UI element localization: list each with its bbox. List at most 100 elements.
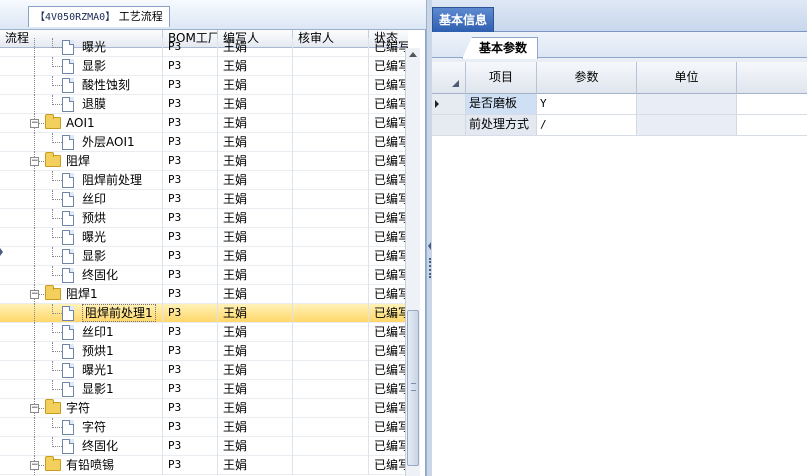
tree-step-row[interactable]: 阻焊前处理1 P3 王娟 已编写 — [0, 304, 408, 323]
param-unit-cell[interactable] — [637, 94, 737, 114]
param-row[interactable]: 是否磨板 Y — [432, 94, 807, 115]
tree-step-row[interactable]: 预烘 P3 王娟 已编写 — [0, 209, 408, 228]
tree-node-label[interactable]: 曝光 — [82, 38, 106, 56]
tree-node-label[interactable]: 丝印1 — [82, 323, 114, 341]
col-header-param[interactable]: 参数 — [537, 62, 637, 94]
tree-node-label[interactable]: 终固化 — [82, 266, 118, 284]
reviewer-cell — [293, 133, 369, 152]
tree-group-row[interactable]: − 字符 P3 王娟 已编写 — [0, 399, 408, 418]
param-grid-header: 项目 参数 单位 — [432, 62, 807, 94]
tree-group-row[interactable]: − AOI1 P3 王娟 已编写 — [0, 114, 408, 133]
collapse-toggle-icon[interactable]: − — [30, 119, 39, 128]
row-indicator[interactable] — [432, 115, 466, 135]
tree-node-label[interactable]: AOI1 — [66, 114, 95, 132]
tree-node-label[interactable]: 预烘1 — [82, 342, 114, 360]
status-cell: 已编写 — [374, 78, 408, 92]
tree-node-label[interactable]: 显影 — [82, 57, 106, 75]
tree-node-label[interactable]: 曝光 — [82, 228, 106, 246]
tree-step-row[interactable]: 退膜 P3 王娟 已编写 — [0, 95, 408, 114]
status-cell: 已编写 — [374, 192, 408, 206]
param-value-cell[interactable]: Y — [537, 94, 637, 114]
process-flow-panel: 【4V050RZMA0】 工艺流程 流程 BOM工厂 编写人 核审人 状态 曝光… — [0, 0, 426, 476]
tree-group-row[interactable]: − 阻焊 P3 王娟 已编写 — [0, 152, 408, 171]
collapse-toggle-icon[interactable]: − — [30, 157, 39, 166]
vertical-scrollbar[interactable] — [405, 48, 420, 476]
tab-process-flow-title: 工艺流程 — [118, 10, 163, 23]
tree-step-row[interactable]: 字符 P3 王娟 已编写 — [0, 418, 408, 437]
tree-step-row[interactable]: 外层AOI1 P3 王娟 已编写 — [0, 133, 408, 152]
tree-node-label[interactable]: 阻焊1 — [66, 285, 98, 303]
status-cell: 已编写 — [374, 40, 408, 54]
folder-icon — [45, 399, 61, 414]
collapse-left-icon[interactable] — [0, 248, 3, 256]
tree-step-row[interactable]: 终固化 P3 王娟 已编写 — [0, 266, 408, 285]
writer-cell: 王娟 — [218, 76, 293, 95]
reviewer-cell — [293, 76, 369, 95]
col-header-item[interactable]: 项目 — [466, 62, 537, 94]
tree-node-label[interactable]: 预烘 — [82, 209, 106, 227]
collapse-toggle-icon[interactable]: − — [30, 290, 39, 299]
document-icon — [62, 363, 74, 378]
tree-step-row[interactable]: 终固化 P3 王娟 已编写 — [0, 437, 408, 456]
tree-step-row[interactable]: 曝光1 P3 王娟 已编写 — [0, 361, 408, 380]
document-icon — [62, 420, 74, 435]
tab-basic-info[interactable]: 基本信息 — [432, 7, 495, 32]
tree-step-row[interactable]: 显影 P3 王娟 已编写 — [0, 247, 408, 266]
scroll-thumb[interactable] — [407, 310, 419, 466]
tree-node-label[interactable]: 曝光1 — [82, 361, 114, 379]
tree-step-row[interactable]: 显影1 P3 王娟 已编写 — [0, 380, 408, 399]
bom-cell: P3 — [163, 133, 218, 152]
tree-step-row[interactable]: 酸性蚀刻 P3 王娟 已编写 — [0, 76, 408, 95]
collapse-arrow-icon[interactable] — [428, 242, 431, 250]
tree-cell: 曝光 — [0, 228, 163, 247]
tree-node-label[interactable]: 酸性蚀刻 — [82, 76, 130, 94]
tree-node-label[interactable]: 字符 — [66, 399, 90, 417]
tree-cell: 终固化 — [0, 266, 163, 285]
tree-node-label[interactable]: 字符 — [82, 418, 106, 436]
param-item-cell: 是否磨板 — [466, 94, 537, 114]
tree-step-row[interactable]: 曝光 P3 王娟 已编写 — [0, 228, 408, 247]
reviewer-cell — [293, 418, 369, 437]
tree-node-label[interactable]: 退膜 — [82, 95, 106, 113]
tree-node-label[interactable]: 阻焊 — [66, 152, 90, 170]
tree-node-label[interactable]: 显影1 — [82, 380, 114, 398]
col-header-unit[interactable]: 单位 — [637, 62, 737, 94]
bom-cell: P3 — [163, 171, 218, 190]
select-all-corner[interactable] — [432, 62, 466, 94]
bom-cell: P3 — [163, 323, 218, 342]
tree-step-row[interactable]: 预烘1 P3 王娟 已编写 — [0, 342, 408, 361]
collapse-toggle-icon[interactable]: − — [30, 404, 39, 413]
status-cell: 已编写 — [374, 211, 408, 225]
tree-node-label[interactable]: 外层AOI1 — [82, 133, 135, 151]
tree-cell: 阻焊前处理1 — [0, 304, 163, 323]
tree-cell: 丝印1 — [0, 323, 163, 342]
tree-node-label[interactable]: 终固化 — [82, 437, 118, 455]
tree-step-row[interactable]: 曝光 P3 王娟 已编写 — [0, 38, 408, 57]
tree-node-label[interactable]: 阻焊前处理1 — [82, 304, 156, 322]
tree-step-row[interactable]: 阻焊前处理 P3 王娟 已编写 — [0, 171, 408, 190]
param-row[interactable]: 前处理方式 / — [432, 115, 807, 136]
writer-cell: 王娟 — [218, 437, 293, 456]
tab-basic-params[interactable]: 基本参数 — [462, 37, 539, 59]
param-unit-cell[interactable] — [637, 115, 737, 135]
collapse-toggle-icon[interactable]: − — [30, 461, 39, 470]
reviewer-cell — [293, 38, 369, 57]
tree-group-row[interactable]: − 阻焊1 P3 王娟 已编写 — [0, 285, 408, 304]
document-icon — [62, 135, 74, 150]
tree-node-label[interactable]: 有铅喷锡 — [66, 456, 114, 474]
tree-node-label[interactable]: 丝印 — [82, 190, 106, 208]
tree-step-row[interactable]: 丝印 P3 王娟 已编写 — [0, 190, 408, 209]
param-value-cell[interactable]: / — [537, 115, 637, 135]
tree-step-row[interactable]: 丝印1 P3 王娟 已编写 — [0, 323, 408, 342]
scroll-up-icon[interactable] — [409, 52, 417, 57]
writer-cell: 王娟 — [218, 399, 293, 418]
tree-group-row[interactable]: − 有铅喷锡 P3 王娟 已编写 — [0, 456, 408, 475]
tree-step-row[interactable]: 显影 P3 王娟 已编写 — [0, 57, 408, 76]
writer-cell: 王娟 — [218, 456, 293, 475]
row-indicator[interactable] — [432, 94, 466, 114]
tree-node-label[interactable]: 阻焊前处理 — [82, 171, 142, 189]
folder-icon — [45, 152, 61, 167]
tree-node-label[interactable]: 显影 — [82, 247, 106, 265]
writer-cell: 王娟 — [218, 152, 293, 171]
tab-process-flow[interactable]: 【4V050RZMA0】 工艺流程 — [28, 6, 170, 27]
